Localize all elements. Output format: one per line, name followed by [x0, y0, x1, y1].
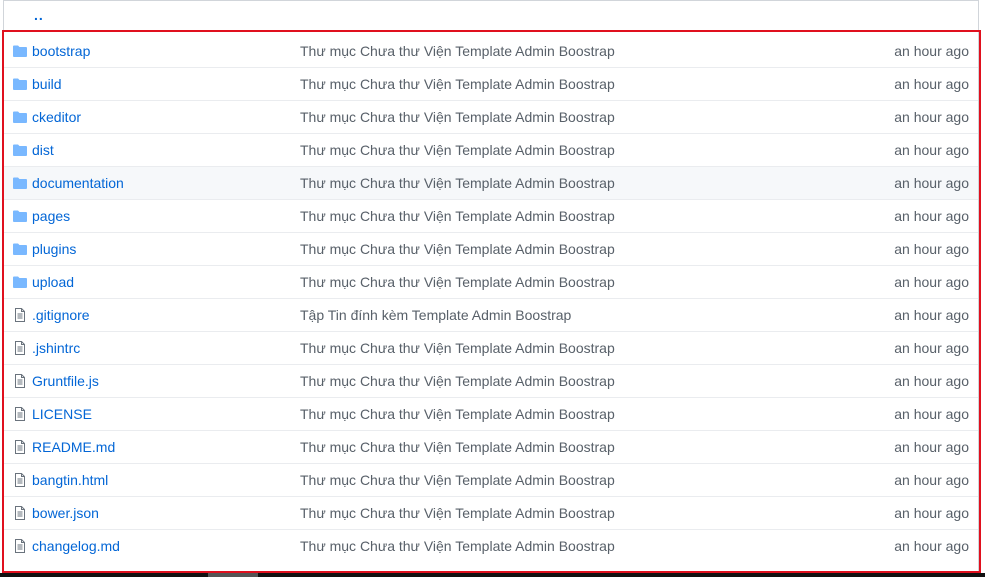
file-name-link[interactable]: changelog.md — [32, 538, 120, 554]
commit-age: an hour ago — [894, 175, 969, 191]
file-name-link[interactable]: plugins — [32, 241, 76, 257]
folder-icon — [12, 208, 28, 224]
commit-message: Thư mục Chưa thư Viện Template Admin Boo… — [300, 340, 615, 356]
file-name-link[interactable]: ckeditor — [32, 109, 81, 125]
folder-icon — [12, 43, 28, 59]
file-row[interactable]: dist Thư mục Chưa thư Viện Template Admin… — [4, 134, 978, 167]
file-icon — [12, 340, 28, 356]
commit-message: Thư mục Chưa thư Viện Template Admin Boo… — [300, 439, 615, 455]
file-name-link[interactable]: .gitignore — [32, 307, 90, 323]
folder-icon — [12, 175, 28, 191]
file-icon — [12, 538, 28, 554]
file-row[interactable]: build Thư mục Chưa thư Viện Template Admi… — [4, 68, 978, 101]
commit-message: Thư mục Chưa thư Viện Template Admin Boo… — [300, 76, 615, 92]
file-icon — [12, 439, 28, 455]
file-name-link[interactable]: LICENSE — [32, 406, 92, 422]
taskbar-segment — [208, 573, 258, 577]
commit-age: an hour ago — [894, 241, 969, 257]
folder-icon — [12, 76, 28, 92]
commit-message: Thư mục Chưa thư Viện Template Admin Boo… — [300, 274, 615, 290]
commit-message: Thư mục Chưa thư Viện Template Admin Boo… — [300, 208, 615, 224]
commit-age: an hour ago — [894, 307, 969, 323]
file-name-link[interactable]: documentation — [32, 175, 124, 191]
file-name-link[interactable]: dist — [32, 142, 54, 158]
file-icon — [12, 472, 28, 488]
file-row[interactable]: bower.json Thư mục Chưa thư Viện Template… — [4, 497, 978, 530]
bottom-taskbar-strip — [0, 573, 985, 577]
parent-directory-row[interactable]: .. — [4, 1, 978, 32]
file-row[interactable]: documentation Thư mục Chưa thư Viện Templ… — [4, 167, 978, 200]
folder-icon — [12, 142, 28, 158]
commit-message: Thư mục Chưa thư Viện Template Admin Boo… — [300, 538, 615, 554]
commit-age: an hour ago — [894, 109, 969, 125]
commit-age: an hour ago — [894, 406, 969, 422]
folder-icon — [12, 241, 28, 257]
file-icon — [12, 505, 28, 521]
folder-icon — [12, 274, 28, 290]
commit-age: an hour ago — [894, 373, 969, 389]
commit-message: Thư mục Chưa thư Viện Template Admin Boo… — [300, 142, 615, 158]
file-row[interactable]: .jshintrc Thư mục Chưa thư Viện Template … — [4, 332, 978, 365]
file-row[interactable]: ckeditor Thư mục Chưa thư Viện Template A… — [4, 101, 978, 134]
file-row[interactable]: bootstrap Thư mục Chưa thư Viện Template … — [4, 35, 978, 68]
file-list-rows: bootstrap Thư mục Chưa thư Viện Template … — [4, 35, 978, 563]
commit-age: an hour ago — [894, 439, 969, 455]
commit-age: an hour ago — [894, 274, 969, 290]
commit-message: Thư mục Chưa thư Viện Template Admin Boo… — [300, 241, 615, 257]
commit-message: Thư mục Chưa thư Viện Template Admin Boo… — [300, 406, 615, 422]
commit-age: an hour ago — [894, 538, 969, 554]
file-row[interactable]: bangtin.html Thư mục Chưa thư Viện Templa… — [4, 464, 978, 497]
file-icon — [12, 307, 28, 323]
file-row[interactable]: upload Thư mục Chưa thư Viện Template Adm… — [4, 266, 978, 299]
file-name-link[interactable]: bower.json — [32, 505, 99, 521]
commit-age: an hour ago — [894, 76, 969, 92]
file-name-link[interactable]: build — [32, 76, 62, 92]
commit-age: an hour ago — [894, 43, 969, 59]
commit-message: Thư mục Chưa thư Viện Template Admin Boo… — [300, 43, 615, 59]
file-name-link[interactable]: bangtin.html — [32, 472, 108, 488]
file-name-link[interactable]: upload — [32, 274, 74, 290]
commit-message: Tập Tin đính kèm Template Admin Boostrap — [300, 307, 572, 323]
file-row[interactable]: .gitignore Tập Tin đính kèm Template Admi… — [4, 299, 978, 332]
file-row[interactable]: changelog.md Thư mục Chưa thư Viện Templa… — [4, 530, 978, 563]
file-name-link[interactable]: bootstrap — [32, 43, 90, 59]
file-name-link[interactable]: README.md — [32, 439, 115, 455]
file-icon — [12, 406, 28, 422]
commit-age: an hour ago — [894, 505, 969, 521]
commit-message: Thư mục Chưa thư Viện Template Admin Boo… — [300, 472, 615, 488]
commit-age: an hour ago — [894, 142, 969, 158]
file-row[interactable]: README.md Thư mục Chưa thư Viện Template … — [4, 431, 978, 464]
file-row[interactable]: plugins Thư mục Chưa thư Viện Template Ad… — [4, 233, 978, 266]
parent-directory-link[interactable]: .. — [34, 7, 44, 23]
file-row[interactable]: LICENSE Thư mục Chưa thư Viện Template Ad… — [4, 398, 978, 431]
file-row[interactable]: pages Thư mục Chưa thư Viện Template Admi… — [4, 200, 978, 233]
file-list-table: .. bootstrap Thư mục Chưa thư Viện Templa… — [3, 0, 979, 575]
file-name-link[interactable]: Gruntfile.js — [32, 373, 99, 389]
file-row[interactable]: Gruntfile.js Thư mục Chưa thư Viện Templa… — [4, 365, 978, 398]
commit-message: Thư mục Chưa thư Viện Template Admin Boo… — [300, 373, 615, 389]
commit-age: an hour ago — [894, 340, 969, 356]
commit-age: an hour ago — [894, 208, 969, 224]
commit-age: an hour ago — [894, 472, 969, 488]
file-name-link[interactable]: .jshintrc — [32, 340, 80, 356]
file-icon — [12, 373, 28, 389]
file-name-link[interactable]: pages — [32, 208, 70, 224]
commit-message: Thư mục Chưa thư Viện Template Admin Boo… — [300, 175, 615, 191]
folder-icon — [12, 109, 28, 125]
commit-message: Thư mục Chưa thư Viện Template Admin Boo… — [300, 109, 615, 125]
commit-message: Thư mục Chưa thư Viện Template Admin Boo… — [300, 505, 615, 521]
